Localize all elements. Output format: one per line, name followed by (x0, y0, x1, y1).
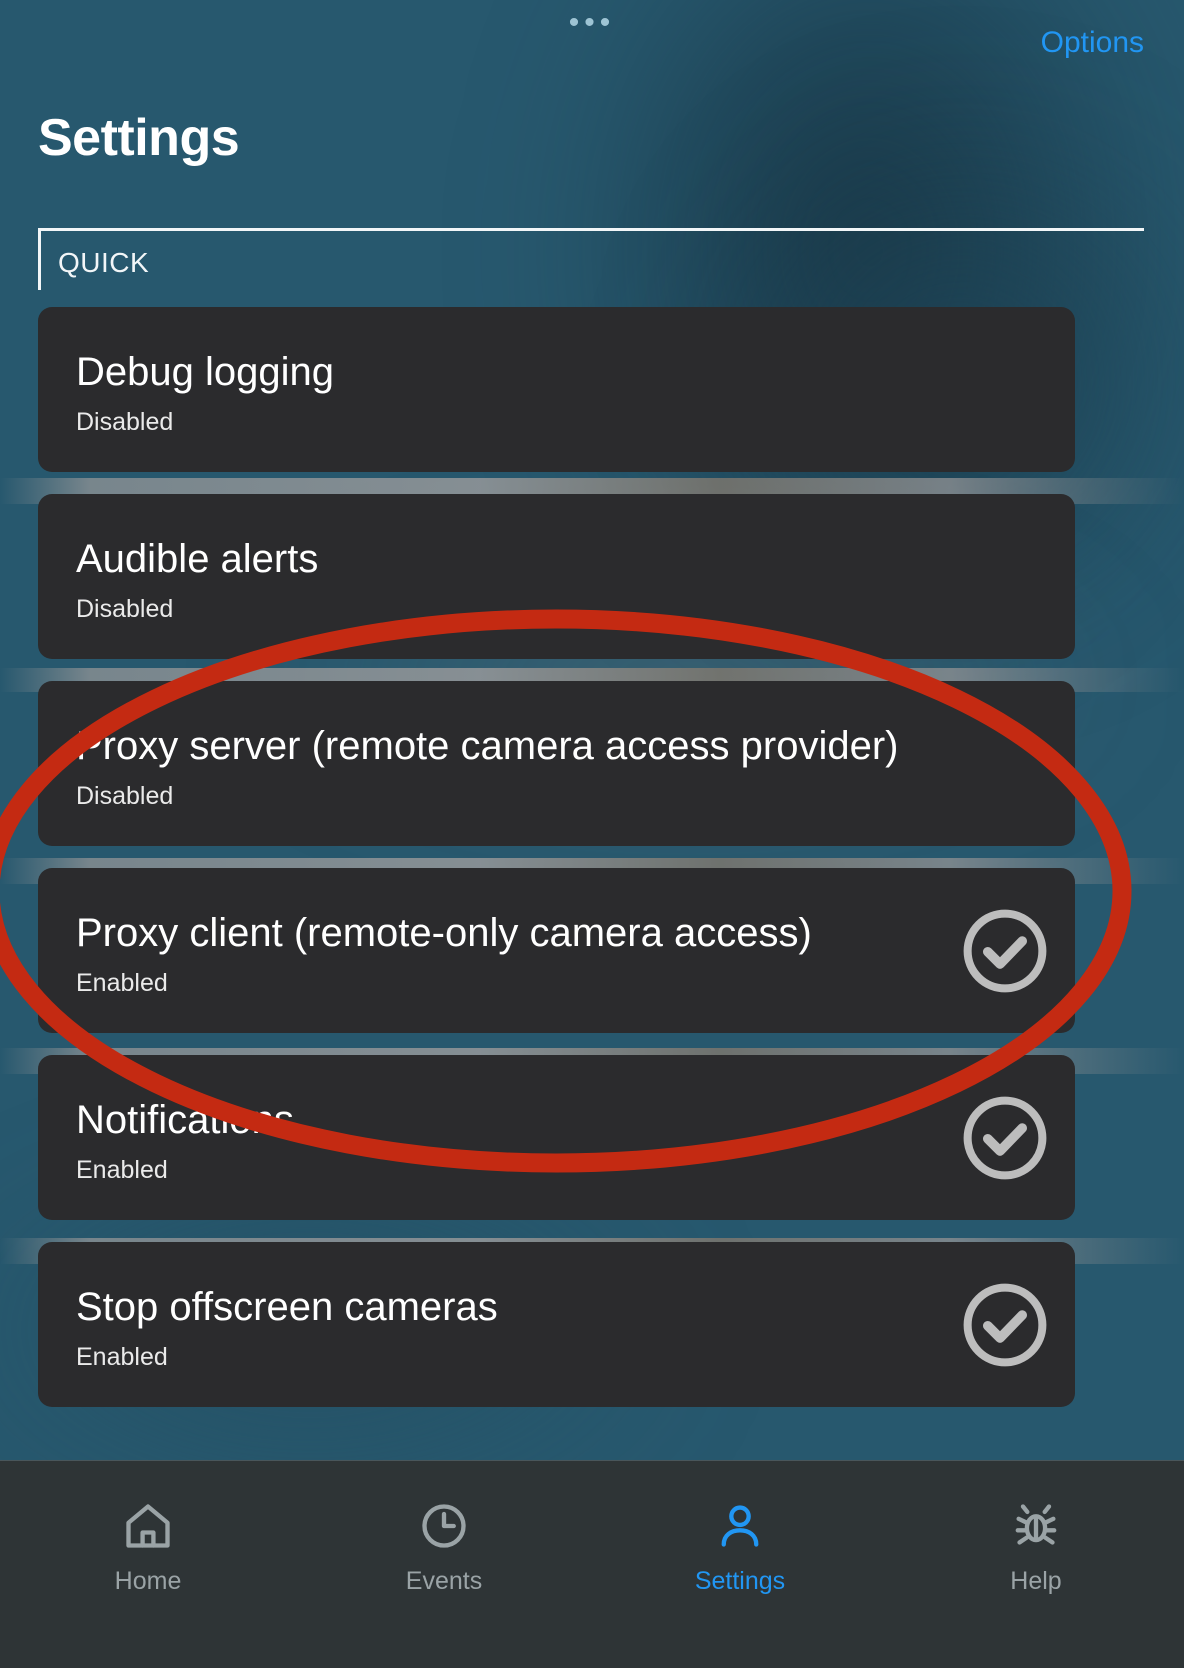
nav-item-label: Help (1010, 1567, 1062, 1595)
options-button[interactable]: Options (1041, 26, 1144, 60)
nav-item-label: Settings (694, 1567, 786, 1595)
page-title: Settings (38, 109, 240, 167)
settings-list: Debug logging Disabled Audible alerts Disab… (38, 307, 1075, 1429)
settings-screen: ••• Options Settings QUICK Debug logging… (0, 0, 1184, 1668)
nav-item-home[interactable]: Home (0, 1461, 296, 1668)
check-circle-icon[interactable] (959, 1092, 1051, 1184)
nav-item-label: Home (114, 1567, 182, 1595)
home-icon (122, 1499, 174, 1553)
setting-row[interactable]: Audible alerts Disabled (38, 494, 1075, 659)
setting-title: Notifications (76, 1098, 294, 1142)
setting-title: Proxy server (remote camera access provi… (76, 724, 899, 768)
nav-item-label: Events (405, 1567, 483, 1595)
more-horizontal-icon[interactable]: ••• (0, 8, 1184, 38)
setting-row[interactable]: Proxy server (remote camera access provi… (38, 681, 1075, 846)
setting-title: Audible alerts (76, 537, 319, 581)
nav-item-help[interactable]: Help (888, 1461, 1184, 1668)
setting-status: Enabled (76, 1343, 168, 1371)
setting-row[interactable]: Stop offscreen cameras Enabled (38, 1242, 1075, 1407)
tab-quick[interactable]: QUICK (58, 247, 149, 279)
check-circle-icon[interactable] (959, 1279, 1051, 1371)
setting-title: Debug logging (76, 350, 334, 394)
setting-status: Disabled (76, 782, 174, 810)
setting-status: Enabled (76, 969, 168, 997)
setting-status: Disabled (76, 408, 174, 436)
person-icon (714, 1499, 766, 1553)
setting-status: Disabled (76, 595, 174, 623)
nav-item-settings[interactable]: Settings (592, 1461, 888, 1668)
check-circle-icon[interactable] (959, 905, 1051, 997)
clock-icon (418, 1499, 470, 1553)
setting-title: Proxy client (remote-only camera access) (76, 911, 812, 955)
nav-item-events[interactable]: Events (296, 1461, 592, 1668)
bug-icon (1010, 1499, 1062, 1553)
bottom-navigation: Home Events Settings Help (0, 1460, 1184, 1668)
setting-status: Enabled (76, 1156, 168, 1184)
setting-title: Stop offscreen cameras (76, 1285, 498, 1329)
setting-row[interactable]: Debug logging Disabled (38, 307, 1075, 472)
setting-row[interactable]: Proxy client (remote-only camera access)… (38, 868, 1075, 1033)
setting-row[interactable]: Notifications Enabled (38, 1055, 1075, 1220)
tab-bar: QUICK (38, 228, 1144, 290)
